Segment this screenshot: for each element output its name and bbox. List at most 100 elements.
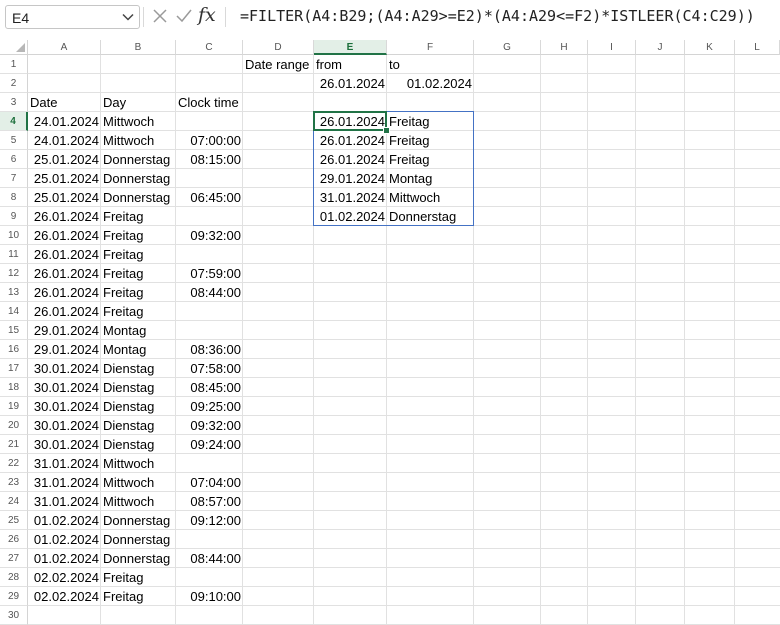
- check-icon[interactable]: [175, 7, 193, 30]
- row-header-2[interactable]: 2: [0, 74, 28, 93]
- cell-b3[interactable]: Day: [101, 93, 176, 112]
- row-header-1[interactable]: 1: [0, 55, 28, 74]
- row-header-14[interactable]: 14: [0, 302, 28, 321]
- row-header-21[interactable]: 21: [0, 435, 28, 454]
- cell-c27[interactable]: 08:44:00: [176, 549, 243, 568]
- cell-c13[interactable]: 08:44:00: [176, 283, 243, 302]
- cell-c6[interactable]: 08:15:00: [176, 150, 243, 169]
- row-header-13[interactable]: 13: [0, 283, 28, 302]
- cell-d1[interactable]: Date range: [243, 55, 314, 74]
- row-header-11[interactable]: 11: [0, 245, 28, 264]
- cell-f1[interactable]: to: [387, 55, 474, 74]
- row-header-18[interactable]: 18: [0, 378, 28, 397]
- cell-c20[interactable]: 09:32:00: [176, 416, 243, 435]
- row-header-20[interactable]: 20: [0, 416, 28, 435]
- row-header-9[interactable]: 9: [0, 207, 28, 226]
- cell-a12[interactable]: 26.01.2024: [28, 264, 101, 283]
- name-box[interactable]: E4: [5, 5, 140, 29]
- cell-b15[interactable]: Montag: [101, 321, 176, 340]
- cell-b28[interactable]: Freitag: [101, 568, 176, 587]
- cell-e9[interactable]: 01.02.2024: [314, 207, 387, 226]
- cell-c21[interactable]: 09:24:00: [176, 435, 243, 454]
- cell-a5[interactable]: 24.01.2024: [28, 131, 101, 150]
- cell-c23[interactable]: 07:04:00: [176, 473, 243, 492]
- cell-f7[interactable]: Montag: [387, 169, 474, 188]
- cell-b19[interactable]: Dienstag: [101, 397, 176, 416]
- row-header-8[interactable]: 8: [0, 188, 28, 207]
- column-header-a[interactable]: A: [28, 40, 101, 55]
- column-header-k[interactable]: K: [685, 40, 735, 55]
- cell-e6[interactable]: 26.01.2024: [314, 150, 387, 169]
- cell-a8[interactable]: 25.01.2024: [28, 188, 101, 207]
- column-header-g[interactable]: G: [474, 40, 541, 55]
- row-header-17[interactable]: 17: [0, 359, 28, 378]
- cell-b7[interactable]: Donnerstag: [101, 169, 176, 188]
- row-header-4[interactable]: 4: [0, 112, 28, 131]
- cell-b23[interactable]: Mittwoch: [101, 473, 176, 492]
- row-header-27[interactable]: 27: [0, 549, 28, 568]
- cell-c24[interactable]: 08:57:00: [176, 492, 243, 511]
- cell-c25[interactable]: 09:12:00: [176, 511, 243, 530]
- cell-b11[interactable]: Freitag: [101, 245, 176, 264]
- cell-c12[interactable]: 07:59:00: [176, 264, 243, 283]
- cell-a23[interactable]: 31.01.2024: [28, 473, 101, 492]
- column-header-j[interactable]: J: [636, 40, 685, 55]
- cell-c5[interactable]: 07:00:00: [176, 131, 243, 150]
- cell-b20[interactable]: Dienstag: [101, 416, 176, 435]
- row-header-19[interactable]: 19: [0, 397, 28, 416]
- row-header-5[interactable]: 5: [0, 131, 28, 150]
- cell-f2[interactable]: 01.02.2024: [387, 74, 474, 93]
- cell-a14[interactable]: 26.01.2024: [28, 302, 101, 321]
- cell-e4[interactable]: 26.01.2024: [314, 112, 387, 131]
- cell-b4[interactable]: Mittwoch: [101, 112, 176, 131]
- cell-b18[interactable]: Dienstag: [101, 378, 176, 397]
- row-header-22[interactable]: 22: [0, 454, 28, 473]
- chevron-down-icon[interactable]: [121, 10, 135, 29]
- cell-a9[interactable]: 26.01.2024: [28, 207, 101, 226]
- cell-c19[interactable]: 09:25:00: [176, 397, 243, 416]
- worksheet-grid[interactable]: A B C D E F G H I J K L 1 2 3 4 5 6 7 8 9 10 11 12 13 14 15 16 17 18 1…: [0, 40, 780, 625]
- cell-f6[interactable]: Freitag: [387, 150, 474, 169]
- cell-c8[interactable]: 06:45:00: [176, 188, 243, 207]
- cell-a3[interactable]: Date: [28, 93, 101, 112]
- cell-b10[interactable]: Freitag: [101, 226, 176, 245]
- column-header-d[interactable]: D: [243, 40, 314, 55]
- cell-b8[interactable]: Donnerstag: [101, 188, 176, 207]
- cell-c3[interactable]: Clock time: [176, 93, 243, 112]
- row-header-10[interactable]: 10: [0, 226, 28, 245]
- cell-a7[interactable]: 25.01.2024: [28, 169, 101, 188]
- column-header-e[interactable]: E: [314, 40, 387, 55]
- cell-a13[interactable]: 26.01.2024: [28, 283, 101, 302]
- row-header-16[interactable]: 16: [0, 340, 28, 359]
- cell-b27[interactable]: Donnerstag: [101, 549, 176, 568]
- cell-e7[interactable]: 29.01.2024: [314, 169, 387, 188]
- cell-b16[interactable]: Montag: [101, 340, 176, 359]
- insert-function-button[interactable]: fx: [198, 4, 216, 26]
- cell-c10[interactable]: 09:32:00: [176, 226, 243, 245]
- cell-a28[interactable]: 02.02.2024: [28, 568, 101, 587]
- cell-a18[interactable]: 30.01.2024: [28, 378, 101, 397]
- cell-e8[interactable]: 31.01.2024: [314, 188, 387, 207]
- cell-c17[interactable]: 07:58:00: [176, 359, 243, 378]
- x-icon[interactable]: [151, 7, 169, 30]
- row-header-3[interactable]: 3: [0, 93, 28, 112]
- cell-a15[interactable]: 29.01.2024: [28, 321, 101, 340]
- row-header-7[interactable]: 7: [0, 169, 28, 188]
- cell-b26[interactable]: Donnerstag: [101, 530, 176, 549]
- row-header-25[interactable]: 25: [0, 511, 28, 530]
- cell-a17[interactable]: 30.01.2024: [28, 359, 101, 378]
- column-header-l[interactable]: L: [735, 40, 780, 55]
- row-header-24[interactable]: 24: [0, 492, 28, 511]
- row-header-30[interactable]: 30: [0, 606, 28, 625]
- cell-a27[interactable]: 01.02.2024: [28, 549, 101, 568]
- cell-b13[interactable]: Freitag: [101, 283, 176, 302]
- cell-b5[interactable]: Mittwoch: [101, 131, 176, 150]
- cell-f9[interactable]: Donnerstag: [387, 207, 474, 226]
- cell-b22[interactable]: Mittwoch: [101, 454, 176, 473]
- column-header-b[interactable]: B: [101, 40, 176, 55]
- cell-f4[interactable]: Freitag: [387, 112, 474, 131]
- formula-input[interactable]: =FILTER(A4:B29;(A4:A29>=E2)*(A4:A29<=F2)…: [240, 7, 755, 25]
- column-header-h[interactable]: H: [541, 40, 588, 55]
- cell-a10[interactable]: 26.01.2024: [28, 226, 101, 245]
- row-header-23[interactable]: 23: [0, 473, 28, 492]
